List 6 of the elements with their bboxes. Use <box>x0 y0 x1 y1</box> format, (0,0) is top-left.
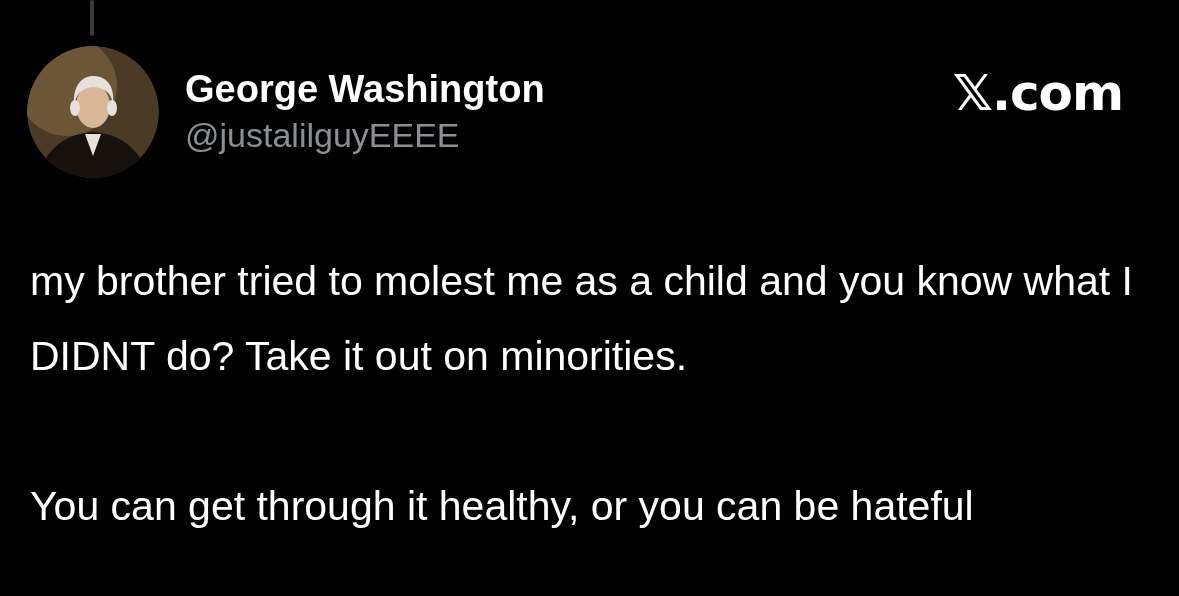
author-handle: @justalilguyEEEE <box>185 115 461 156</box>
post-text: my brother tried to molest me as a child and you know what I DIDNT do? Take it out on minorities. <box>30 257 1134 381</box>
thread-line <box>90 0 94 36</box>
site-name: 𝕏.com <box>952 64 1123 122</box>
post-text: You can get through it healthy, or you can be hateful <box>30 482 975 531</box>
author-name: George Washington <box>185 67 546 112</box>
